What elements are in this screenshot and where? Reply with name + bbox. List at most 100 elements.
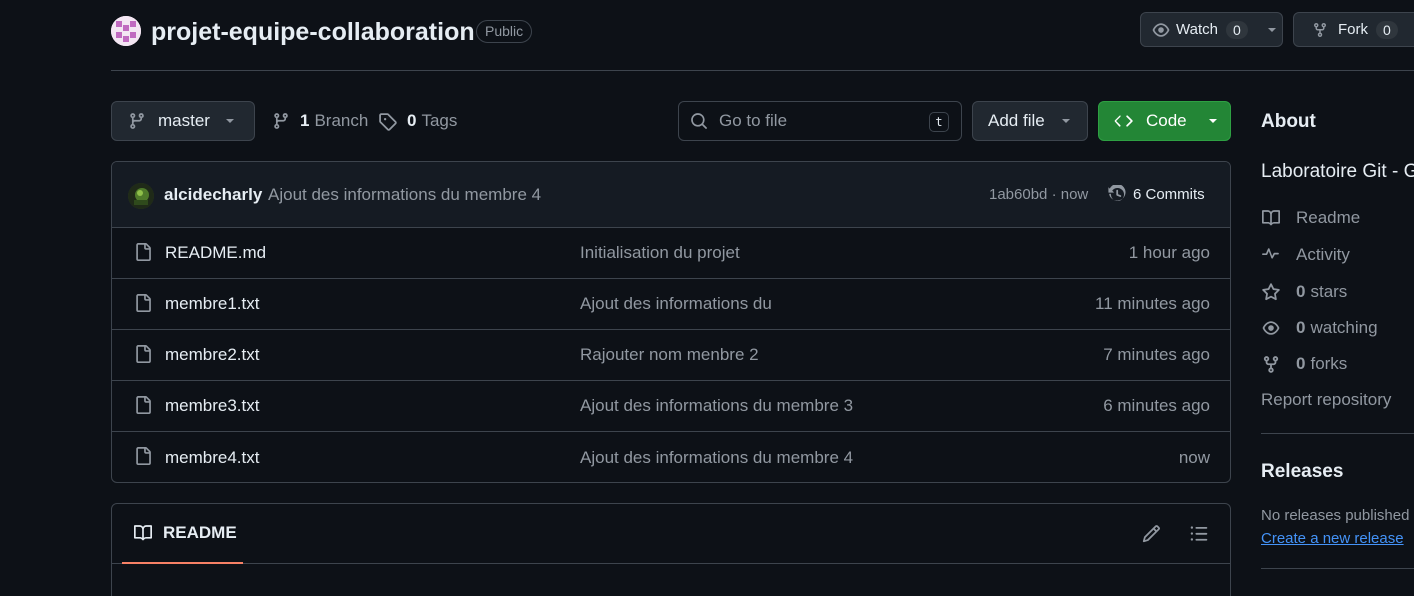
- commit-sha-time[interactable]: 1ab60bd · now: [989, 186, 1088, 203]
- tag-label: Tags: [421, 111, 458, 130]
- repo-owner-avatar[interactable]: [111, 16, 141, 46]
- file-icon: [134, 344, 152, 364]
- fork-count: 0: [1376, 20, 1398, 39]
- report-repository-link[interactable]: Report repository: [1261, 390, 1391, 410]
- file-name[interactable]: membre3.txt: [165, 396, 259, 416]
- fork-icon: [1261, 355, 1281, 374]
- chevron-down-icon: [1060, 115, 1072, 127]
- book-icon: [133, 524, 153, 542]
- file-name[interactable]: membre2.txt: [165, 345, 259, 365]
- repo-description: Laboratoire Git - G: [1261, 161, 1414, 182]
- chevron-down-icon: [1207, 115, 1219, 127]
- visibility-badge: Public: [476, 20, 533, 43]
- branch-name: master: [158, 111, 210, 130]
- file-commit-message[interactable]: Ajout des informations du membre 4: [580, 448, 853, 468]
- file-row[interactable]: README.md Initialisation du projet 1 hou…: [112, 228, 1230, 279]
- star-icon: [1261, 282, 1281, 302]
- watch-count: 0: [1225, 20, 1248, 39]
- file-commit-time: 11 minutes ago: [1095, 294, 1210, 313]
- create-release-link[interactable]: Create a new release: [1261, 530, 1404, 547]
- code-label: Code: [1146, 111, 1187, 130]
- file-icon: [134, 446, 152, 466]
- chevron-down-icon[interactable]: [1266, 24, 1278, 36]
- watching-count: 0: [1296, 318, 1306, 337]
- search-icon: [690, 112, 708, 130]
- shortcut-key: t: [929, 112, 949, 132]
- file-row[interactable]: membre4.txt Ajout des informations du me…: [112, 432, 1230, 482]
- file-commit-time: 6 minutes ago: [1103, 396, 1210, 415]
- file-commit-message[interactable]: Ajout des informations du membre 3: [580, 396, 853, 416]
- file-name[interactable]: README.md: [165, 243, 266, 263]
- stars-label: stars: [1310, 282, 1348, 301]
- branch-selector[interactable]: master: [111, 101, 255, 141]
- file-row[interactable]: membre2.txt Rajouter nom menbre 2 7 minu…: [112, 330, 1230, 381]
- releases-heading[interactable]: Releases: [1261, 461, 1343, 483]
- sidebar-forks-link[interactable]: 0 forks: [1261, 354, 1347, 374]
- eye-icon: [1152, 21, 1170, 39]
- sidebar-stars-link[interactable]: 0 stars: [1261, 282, 1347, 302]
- file-commit-message[interactable]: Initialisation du projet: [580, 243, 740, 263]
- file-list: alcidecharly Ajout des informations du m…: [111, 161, 1231, 483]
- file-commit-time: 1 hour ago: [1128, 243, 1210, 262]
- tags-link[interactable]: 0 Tags: [378, 111, 457, 131]
- pulse-icon: [1261, 246, 1281, 264]
- readme-tab[interactable]: README: [122, 504, 243, 564]
- repo-title[interactable]: projet-equipe-collaboration: [151, 16, 475, 48]
- sidebar-divider: [1261, 433, 1414, 434]
- file-commit-message[interactable]: Ajout des informations du: [580, 294, 772, 314]
- file-commit-time: now: [1178, 447, 1210, 467]
- branch-icon: [272, 112, 290, 130]
- about-heading: About: [1261, 111, 1316, 132]
- code-button[interactable]: Code: [1098, 101, 1231, 141]
- latest-commit-bar: alcidecharly Ajout des informations du m…: [112, 162, 1230, 228]
- sidebar-divider: [1261, 568, 1414, 569]
- tag-count: 0: [407, 111, 417, 130]
- watch-button[interactable]: Watch 0: [1140, 12, 1283, 47]
- file-name[interactable]: membre1.txt: [165, 294, 259, 314]
- commits-label: 6 Commits: [1133, 186, 1205, 203]
- forks-label: forks: [1310, 354, 1348, 373]
- file-row[interactable]: membre1.txt Ajout des informations du 11…: [112, 279, 1230, 330]
- watching-label: watching: [1310, 318, 1378, 337]
- no-releases-text: No releases published: [1261, 507, 1410, 524]
- add-file-label: Add file: [988, 111, 1045, 130]
- file-icon: [134, 395, 152, 415]
- fork-label: Fork: [1338, 21, 1368, 38]
- readme-header: README: [112, 504, 1230, 564]
- book-icon: [1261, 209, 1281, 227]
- file-name[interactable]: membre4.txt: [165, 448, 259, 468]
- go-to-file-input[interactable]: Go to file t: [678, 101, 962, 141]
- sidebar-watching-link[interactable]: 0 watching: [1261, 318, 1378, 338]
- watch-label: Watch: [1176, 21, 1218, 38]
- commit-author[interactable]: alcidecharly: [164, 185, 262, 205]
- branch-icon: [128, 112, 146, 130]
- sidebar-activity-link[interactable]: Activity: [1261, 245, 1350, 265]
- chevron-down-icon: [224, 115, 236, 127]
- file-commit-time: 7 minutes ago: [1103, 345, 1210, 364]
- code-icon: [1114, 112, 1134, 130]
- outline-list-icon[interactable]: [1189, 524, 1209, 543]
- branches-link[interactable]: 1 Branch: [272, 111, 368, 131]
- file-icon: [134, 293, 152, 313]
- sidebar-readme-link[interactable]: Readme: [1261, 208, 1360, 228]
- pencil-icon[interactable]: [1142, 524, 1161, 543]
- add-file-button[interactable]: Add file: [972, 101, 1088, 141]
- fork-button[interactable]: Fork 0: [1293, 12, 1414, 47]
- search-placeholder: Go to file: [719, 111, 788, 130]
- sidebar-activity-label: Activity: [1296, 245, 1350, 264]
- history-icon: [1108, 185, 1127, 204]
- stars-count: 0: [1296, 282, 1306, 301]
- file-row[interactable]: membre3.txt Ajout des informations du me…: [112, 381, 1230, 432]
- readme-panel: README: [111, 503, 1231, 596]
- commits-link[interactable]: 6 Commits: [1108, 185, 1205, 204]
- header-divider: [111, 70, 1414, 71]
- readme-tab-label: README: [163, 523, 237, 542]
- file-commit-message[interactable]: Rajouter nom menbre 2: [580, 345, 759, 365]
- forks-count: 0: [1296, 354, 1306, 373]
- tag-icon: [378, 112, 397, 131]
- sidebar-readme-label: Readme: [1296, 208, 1361, 227]
- eye-icon: [1261, 319, 1281, 337]
- author-avatar[interactable]: [128, 183, 154, 209]
- file-icon: [134, 242, 152, 262]
- commit-message[interactable]: Ajout des informations du membre 4: [268, 185, 541, 205]
